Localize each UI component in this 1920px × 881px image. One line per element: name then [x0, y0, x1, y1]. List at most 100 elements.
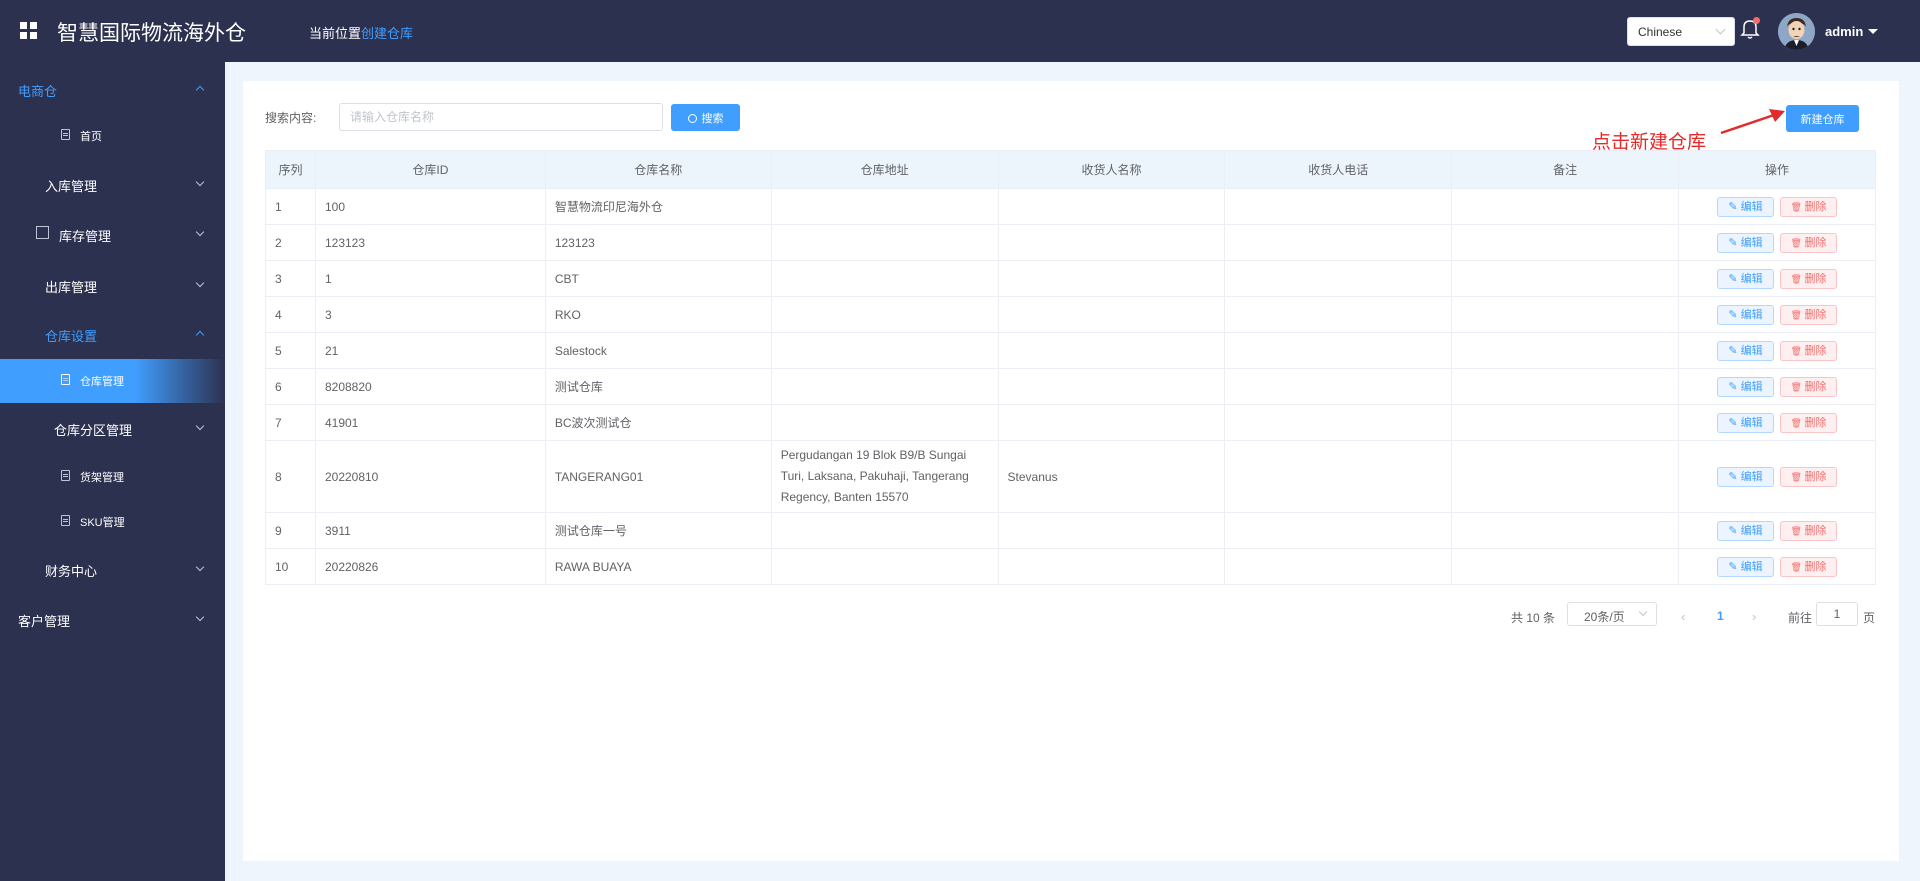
table-cell-remark	[1451, 440, 1679, 513]
table-cell-receiver	[997, 260, 1226, 297]
edit-label: 编辑	[1740, 236, 1763, 249]
table-row: 6 8208820 测试仓库 ✎ 编辑 🗑 删除	[265, 368, 1877, 405]
table-cell-name: BC波次测试仓	[544, 404, 772, 441]
trash-icon: 🗑	[1790, 345, 1805, 356]
user-name[interactable]: admin	[1825, 24, 1863, 39]
delete-button[interactable]: 🗑 删除	[1779, 466, 1837, 487]
trash-icon: 🗑	[1790, 525, 1805, 536]
delete-button[interactable]: 🗑 删除	[1779, 268, 1837, 289]
notification-bell-icon[interactable]	[1740, 17, 1760, 41]
search-input[interactable]	[339, 103, 663, 131]
edit-icon: ✎	[1728, 308, 1741, 321]
language-select[interactable]: Chinese	[1627, 17, 1735, 46]
delete-label: 删除	[1804, 470, 1827, 483]
edit-button[interactable]: ✎ 编辑	[1716, 268, 1774, 289]
table-cell-index: 5	[265, 332, 316, 369]
table-cell-address: Pergudangan 19 Blok B9/B Sungai Turi, La…	[770, 440, 999, 513]
sidebar-item-inbound[interactable]: 入库管理	[0, 162, 225, 206]
chevron-down-icon	[195, 177, 205, 187]
edit-icon: ✎	[1728, 560, 1741, 573]
delete-button[interactable]: 🗑 删除	[1779, 520, 1837, 541]
next-page-icon[interactable]: ›	[1752, 609, 1756, 624]
edit-button[interactable]: ✎ 编辑	[1716, 340, 1774, 361]
caret-down-icon[interactable]	[1868, 29, 1878, 34]
delete-button[interactable]: 🗑 删除	[1779, 232, 1837, 253]
edit-button[interactable]: ✎ 编辑	[1716, 232, 1774, 253]
sidebar-item-inventory[interactable]: 库存管理	[0, 212, 225, 256]
delete-label: 删除	[1804, 344, 1827, 357]
table-cell-receiver	[997, 224, 1226, 261]
table-cell-id: 21	[314, 332, 546, 369]
table-cell-phone	[1224, 296, 1453, 333]
sidebar-item-ecommerce-warehouse[interactable]: 电商仓	[0, 67, 225, 111]
table-cell-address	[770, 332, 999, 369]
edit-label: 编辑	[1740, 200, 1763, 213]
trash-icon: 🗑	[1790, 201, 1805, 212]
page-number[interactable]: 1	[1717, 609, 1724, 623]
breadcrumb-current[interactable]: 创建仓库	[361, 26, 413, 41]
edit-button[interactable]: ✎ 编辑	[1716, 556, 1774, 577]
chevron-down-icon	[195, 612, 205, 622]
avatar[interactable]	[1778, 13, 1815, 50]
edit-button[interactable]: ✎ 编辑	[1716, 466, 1774, 487]
sidebar-item-label: 入库管理	[45, 179, 98, 194]
table-row: 4 3 RKO ✎ 编辑 🗑 删除	[265, 296, 1877, 333]
sidebar-item-zone-management[interactable]: 仓库分区管理	[0, 406, 225, 450]
table-cell-index: 8	[265, 440, 316, 513]
table-cell-phone	[1224, 368, 1453, 405]
sidebar-item-outbound[interactable]: 出库管理	[0, 263, 225, 307]
table-cell-actions: ✎ 编辑 🗑 删除	[1677, 440, 1877, 513]
table-cell-actions: ✎ 编辑 🗑 删除	[1677, 368, 1877, 405]
trash-icon: 🗑	[1790, 417, 1805, 428]
table-cell-actions: ✎ 编辑 🗑 删除	[1677, 404, 1877, 441]
sidebar-item-label: 库存管理	[59, 229, 112, 244]
delete-button[interactable]: 🗑 删除	[1779, 196, 1837, 217]
edit-button[interactable]: ✎ 编辑	[1716, 196, 1774, 217]
table-row: 2 123123 123123 ✎ 编辑 🗑 删除	[265, 224, 1877, 261]
search-button[interactable]: 搜索	[671, 104, 740, 131]
table-cell-remark	[1451, 512, 1679, 549]
table-header-row: 序列 仓库ID 仓库名称 仓库地址 收货人名称 收货人电话 备注 操作	[265, 150, 1877, 189]
delete-button[interactable]: 🗑 删除	[1779, 556, 1837, 577]
delete-button[interactable]: 🗑 删除	[1779, 376, 1837, 397]
table-cell-address	[770, 188, 999, 225]
table-cell-name: 智慧物流印尼海外仓	[544, 188, 772, 225]
delete-button[interactable]: 🗑 删除	[1779, 340, 1837, 361]
table-cell-index: 9	[265, 512, 316, 549]
table-cell-receiver	[997, 368, 1226, 405]
main-content: 搜索内容: 搜索 点击新建仓库 新建仓库 序列 仓库ID 仓库名称 仓库地址 收…	[243, 81, 1899, 861]
table-cell-actions: ✎ 编辑 🗑 删除	[1677, 260, 1877, 297]
edit-label: 编辑	[1740, 416, 1763, 429]
table-cell-remark	[1451, 548, 1679, 585]
new-warehouse-button[interactable]: 新建仓库	[1786, 105, 1859, 132]
sidebar-item-customers[interactable]: 客户管理	[0, 597, 225, 641]
sidebar-item-sku-management[interactable]: SKU管理	[0, 500, 225, 544]
sidebar-item-home[interactable]: 首页	[0, 114, 225, 158]
prev-page-icon[interactable]: ‹	[1681, 609, 1685, 624]
sidebar-item-warehouse-settings[interactable]: 仓库设置	[0, 312, 225, 356]
edit-button[interactable]: ✎ 编辑	[1716, 520, 1774, 541]
delete-label: 删除	[1804, 236, 1827, 249]
delete-button[interactable]: 🗑 删除	[1779, 412, 1837, 433]
goto-page-input[interactable]	[1816, 602, 1858, 626]
table-row: 5 21 Salestock ✎ 编辑 🗑 删除	[265, 332, 1877, 369]
edit-label: 编辑	[1740, 524, 1763, 537]
sidebar-item-label: 仓库管理	[80, 376, 124, 388]
table-cell-phone	[1224, 512, 1453, 549]
edit-button[interactable]: ✎ 编辑	[1716, 376, 1774, 397]
table-cell-address	[770, 224, 999, 261]
table-cell-receiver: Stevanus	[997, 440, 1226, 513]
delete-button[interactable]: 🗑 删除	[1779, 304, 1837, 325]
edit-button[interactable]: ✎ 编辑	[1716, 412, 1774, 433]
edit-button[interactable]: ✎ 编辑	[1716, 304, 1774, 325]
table-cell-receiver	[997, 548, 1226, 585]
pagination-total: 共 10 条	[1511, 611, 1556, 625]
sidebar-item-warehouse-management[interactable]: 仓库管理	[0, 359, 225, 403]
page-size-select[interactable]: 20条/页	[1567, 602, 1657, 626]
sidebar-item-finance[interactable]: 财务中心	[0, 547, 225, 591]
sidebar-item-label: 财务中心	[45, 564, 98, 579]
edit-icon: ✎	[1728, 236, 1741, 249]
apps-grid-icon[interactable]	[20, 22, 37, 39]
sidebar-item-shelf-management[interactable]: 货架管理	[0, 455, 225, 499]
annotation-arrow-icon	[1720, 109, 1785, 135]
